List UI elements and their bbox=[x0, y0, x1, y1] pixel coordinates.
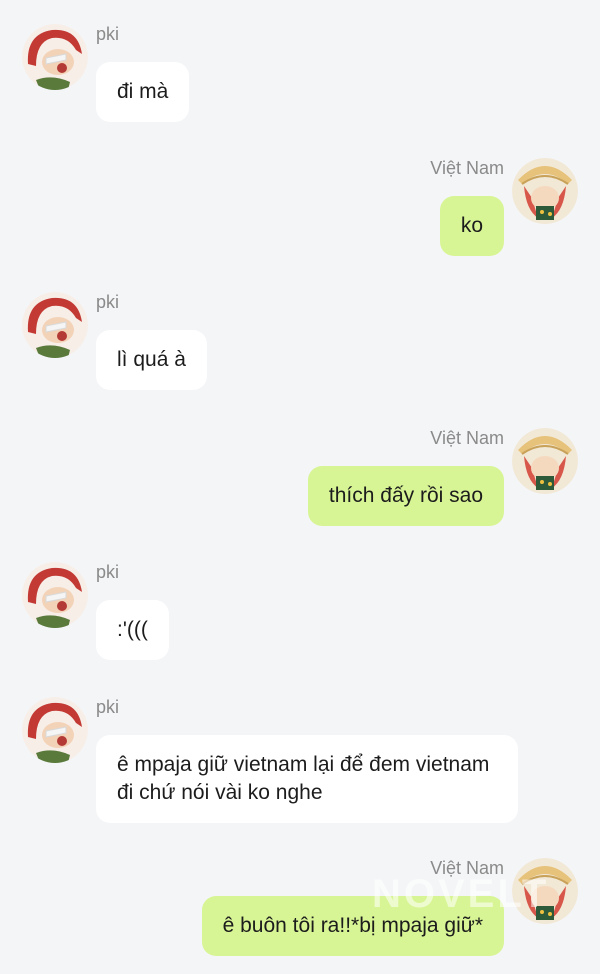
sender-name: Việt Nam bbox=[430, 158, 504, 178]
pki-avatar[interactable] bbox=[22, 562, 88, 628]
pki-avatar[interactable] bbox=[22, 292, 88, 358]
sender-name: pki bbox=[96, 562, 120, 582]
message-bubble: :'((( bbox=[96, 600, 169, 660]
sender-name: pki bbox=[96, 697, 120, 717]
message-bubble: thích đấy rồi sao bbox=[307, 466, 504, 526]
pki-avatar[interactable] bbox=[22, 24, 88, 90]
sender-name: pki bbox=[96, 24, 120, 44]
message-bubble: ko bbox=[439, 196, 504, 256]
message-bubble: ê mpaja giữ vietnam lại để đem vietnam đ… bbox=[96, 735, 518, 823]
watermark: NOVELT bbox=[372, 872, 550, 916]
sender-name: Việt Nam bbox=[430, 428, 504, 448]
message-bubble: lì quá à bbox=[96, 330, 207, 390]
sender-name: pki bbox=[96, 292, 120, 312]
viet-nam-avatar[interactable] bbox=[512, 428, 578, 494]
viet-nam-avatar[interactable] bbox=[512, 158, 578, 224]
pki-avatar[interactable] bbox=[22, 697, 88, 763]
message-bubble: đi mà bbox=[96, 62, 190, 122]
